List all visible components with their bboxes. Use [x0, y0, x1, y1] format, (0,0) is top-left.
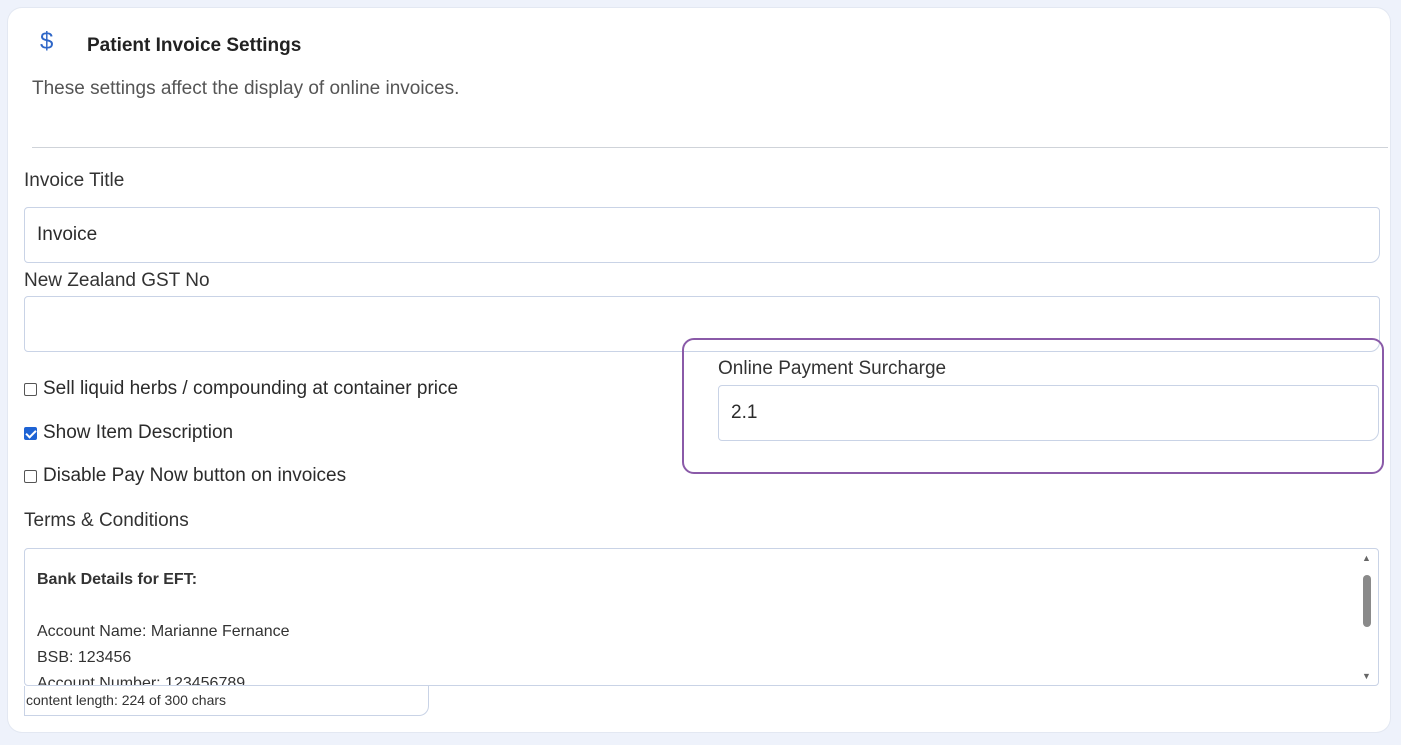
invoice-settings-card: $ Patient Invoice Settings These setting…	[8, 8, 1390, 732]
checkbox-sell-liquid-herbs[interactable]: Sell liquid herbs / compounding at conta…	[24, 378, 458, 400]
divider	[32, 147, 1388, 148]
terms-line: BSB: 123456	[37, 649, 132, 666]
checkbox-box-checked[interactable]	[24, 426, 37, 440]
scroll-thumb[interactable]	[1363, 575, 1371, 627]
terms-content: Bank Details for EFT: Account Name: Mari…	[25, 549, 1378, 686]
dollar-icon: $	[40, 28, 54, 55]
terms-line: Account Number: 123456789	[37, 675, 246, 686]
scroll-down-arrow-icon[interactable]: ▼	[1362, 671, 1371, 681]
scroll-up-arrow-icon[interactable]: ▲	[1362, 553, 1371, 563]
gst-label: New Zealand GST No	[24, 270, 210, 291]
invoice-title-input[interactable]	[24, 207, 1380, 263]
terms-label: Terms & Conditions	[24, 510, 189, 531]
terms-textarea[interactable]: Bank Details for EFT: Account Name: Mari…	[24, 548, 1379, 686]
surcharge-input[interactable]	[718, 385, 1379, 441]
checkbox-label: Show Item Description	[43, 422, 234, 443]
terms-line: Account Name: Marianne Fernance	[37, 623, 290, 640]
invoice-title-label: Invoice Title	[24, 170, 125, 191]
surcharge-label: Online Payment Surcharge	[718, 358, 947, 379]
terms-length-counter: content length: 224 of 300 chars	[24, 686, 429, 716]
section-subtitle: These settings affect the display of onl…	[32, 78, 460, 99]
checkbox-label: Disable Pay Now button on invoices	[43, 465, 347, 486]
terms-scrollbar[interactable]: ▲ ▼	[1360, 553, 1374, 681]
checkbox-label: Sell liquid herbs / compounding at conta…	[43, 378, 459, 399]
checkbox-show-item-description[interactable]: Show Item Description	[24, 422, 233, 444]
section-title: Patient Invoice Settings	[87, 35, 302, 56]
checkbox-box[interactable]	[24, 382, 37, 396]
terms-heading: Bank Details for EFT:	[37, 571, 198, 588]
checkbox-disable-pay-now[interactable]: Disable Pay Now button on invoices	[24, 465, 346, 487]
checkbox-box[interactable]	[24, 469, 37, 483]
